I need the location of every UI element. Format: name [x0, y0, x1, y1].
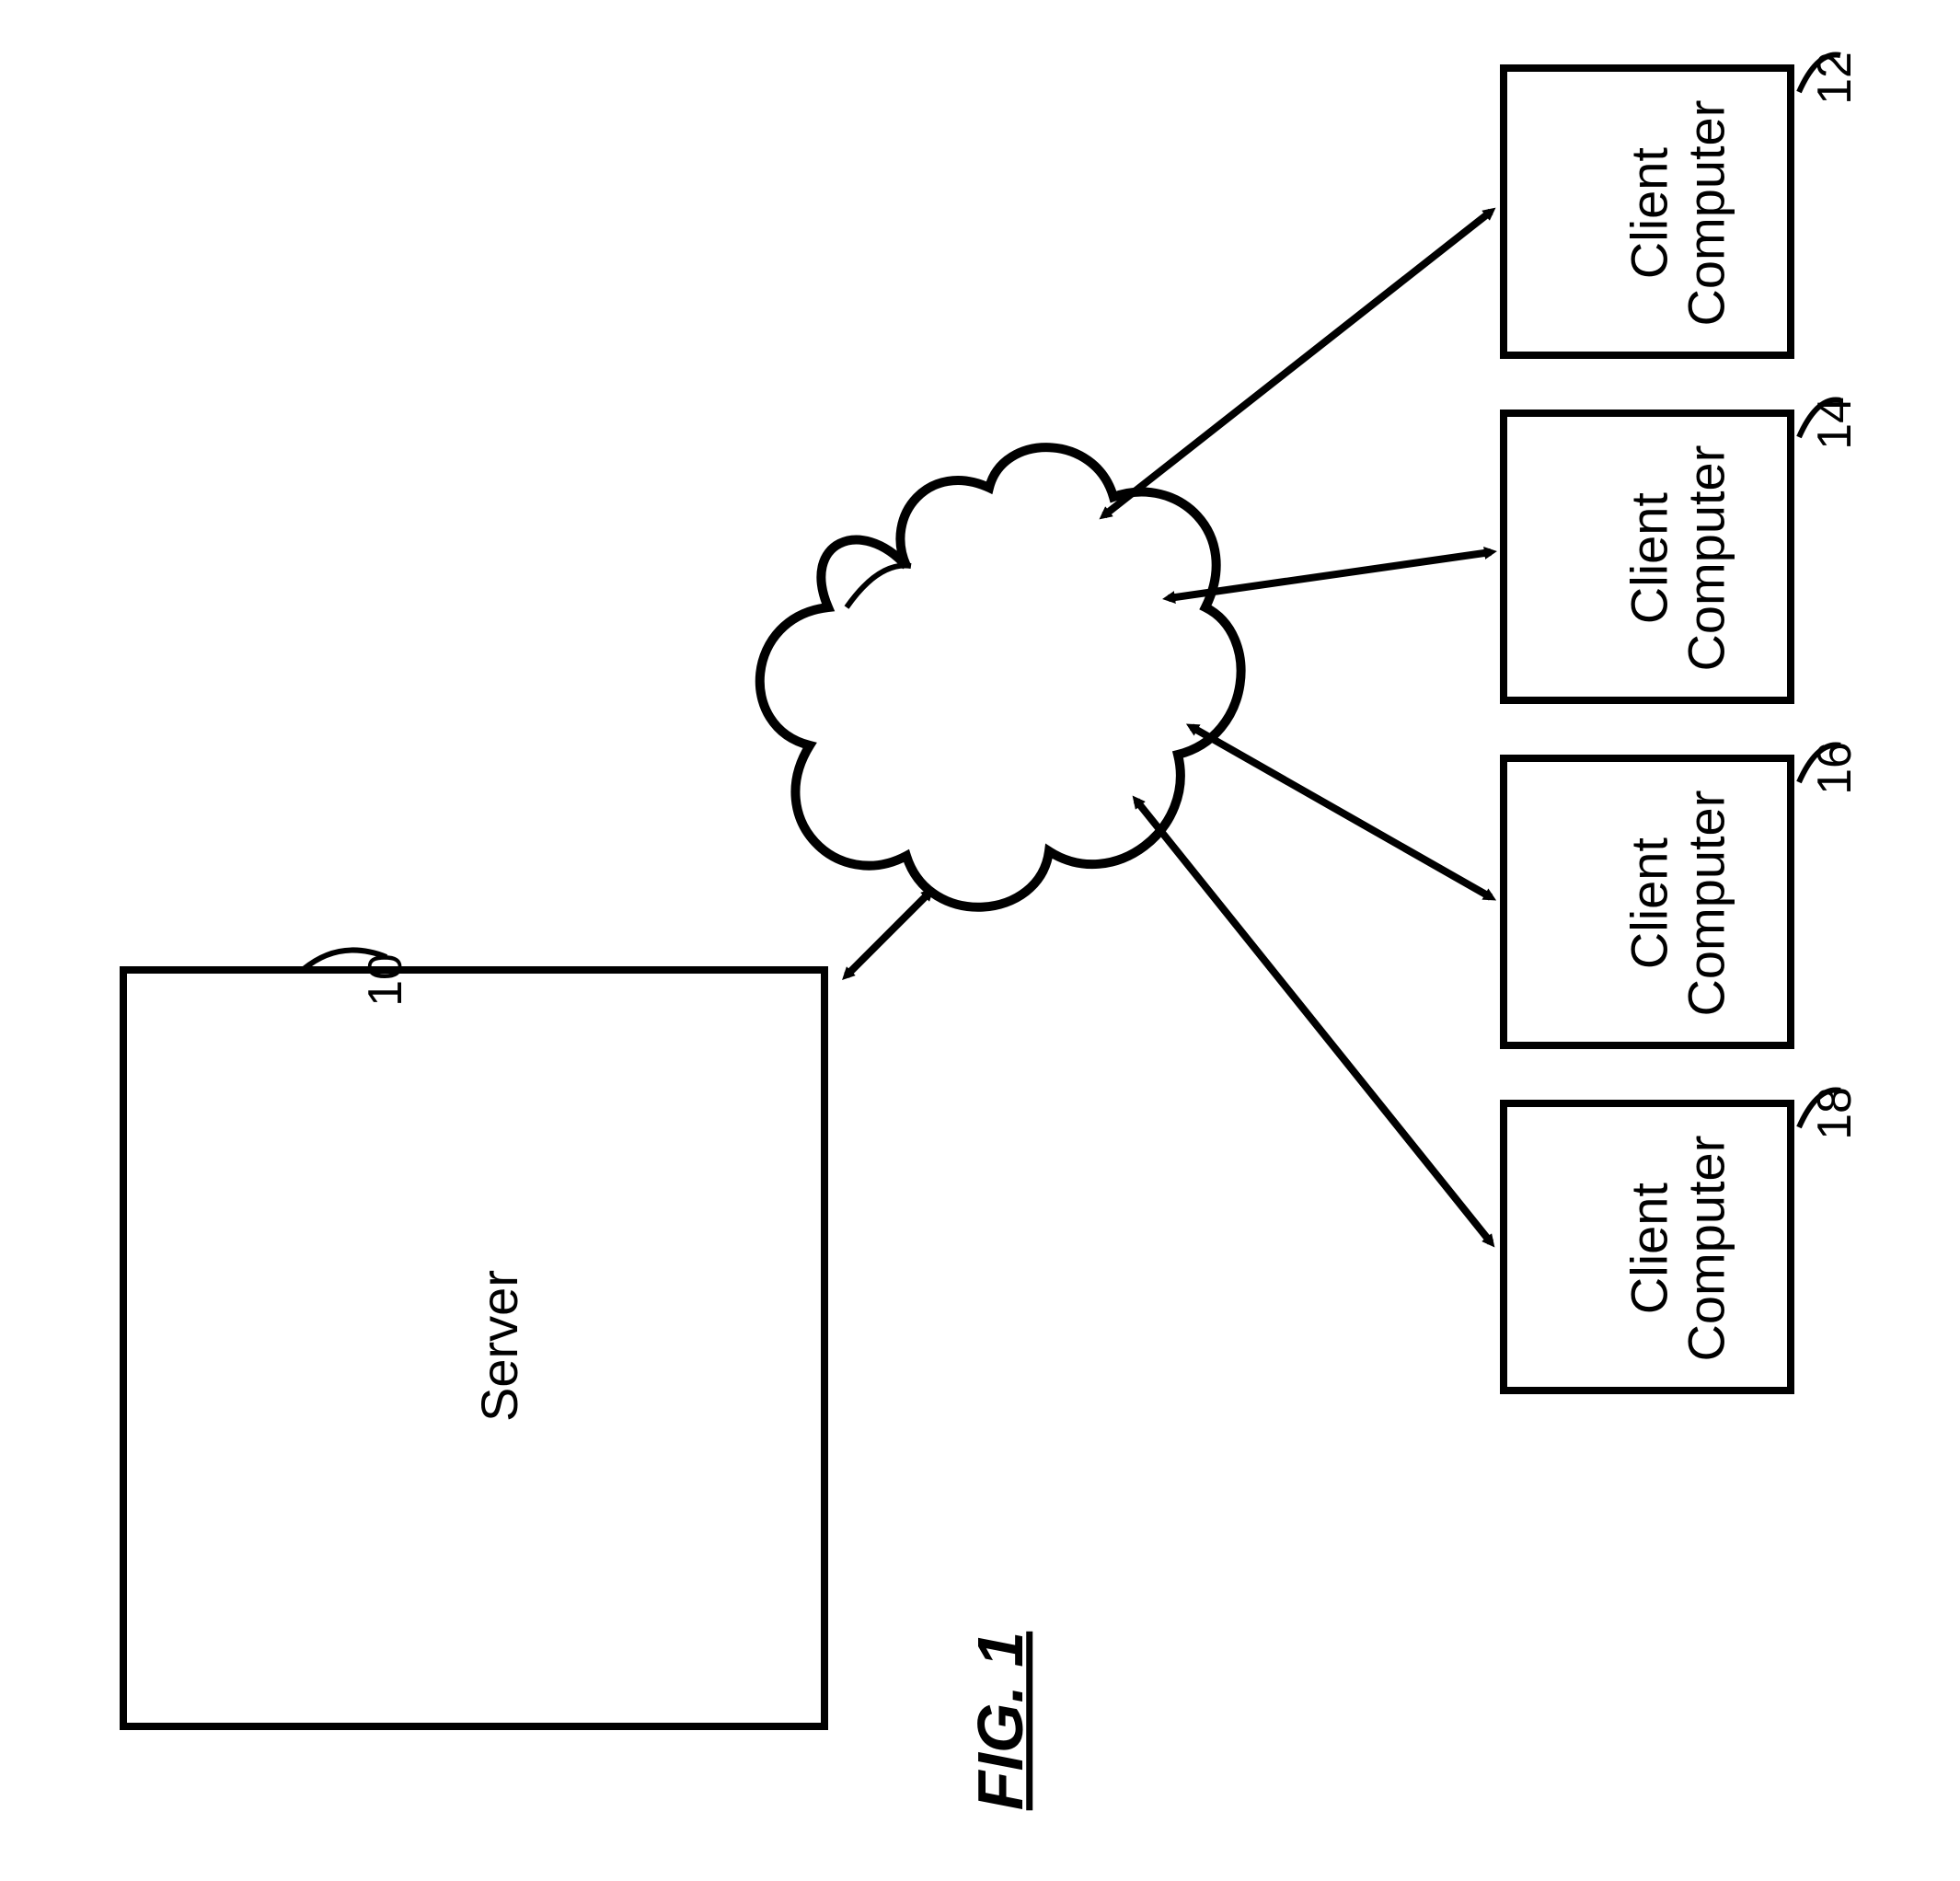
client-label-1: Client Computer [1620, 100, 1734, 327]
arrow-server-network [847, 893, 929, 975]
network-label: Network [1054, 635, 1113, 824]
client-ref-4: 18 [1807, 1087, 1862, 1140]
server-ref: 10 [358, 953, 413, 1007]
client-label-3: Client Computer [1620, 790, 1734, 1017]
arrow-network-client-3 [1192, 727, 1491, 897]
client-label-4: Client Computer [1620, 1136, 1734, 1362]
arrow-network-client-2 [1169, 552, 1491, 598]
figure-label: FIG. 1 [963, 1632, 1037, 1810]
network-ref: 20 [887, 553, 942, 606]
client-label-2: Client Computer [1620, 445, 1734, 672]
arrow-network-client-4 [1136, 801, 1491, 1242]
server-label: Server [469, 1270, 529, 1422]
network-cloud [760, 447, 1241, 907]
diagram-canvas: Server 10 Client Computer 12 Client Comp… [0, 0, 1960, 1881]
client-ref-2: 14 [1807, 397, 1862, 450]
arrow-network-client-1 [1104, 212, 1491, 515]
client-ref-3: 16 [1807, 742, 1862, 795]
client-ref-1: 12 [1807, 52, 1862, 105]
